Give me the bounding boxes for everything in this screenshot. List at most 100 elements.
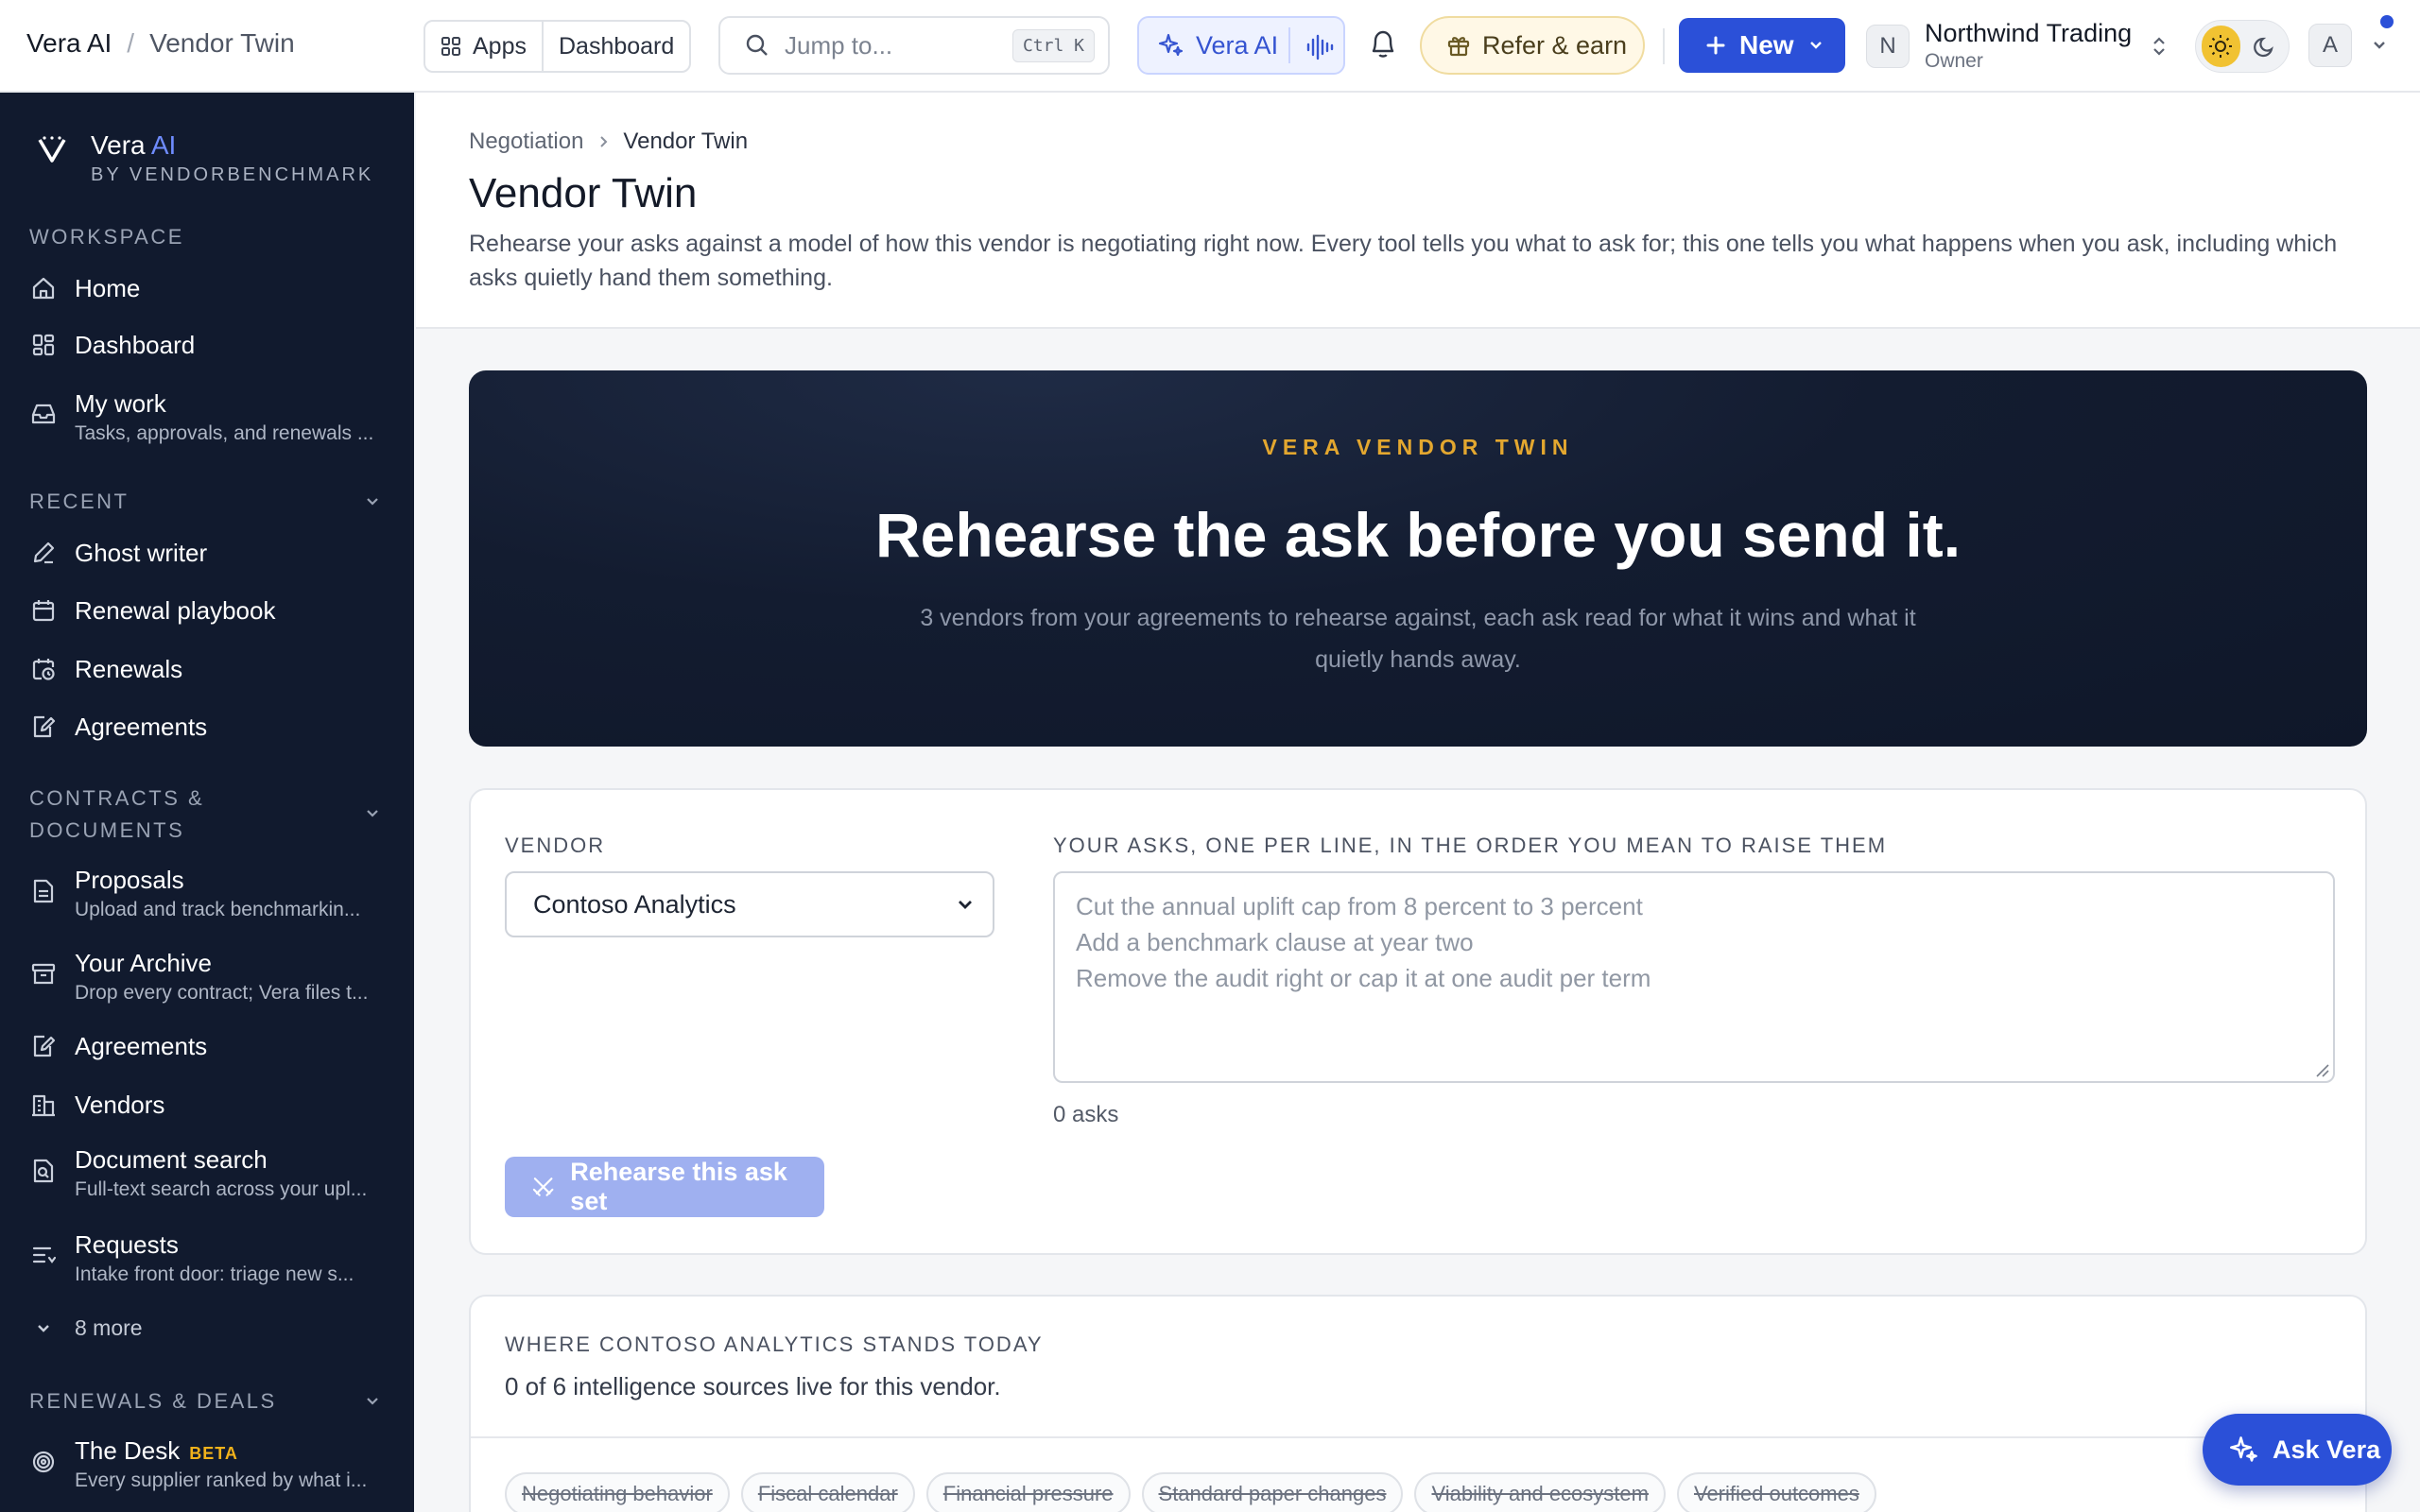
vera-divider bbox=[1288, 27, 1290, 63]
sidebar-item-label: Renewal playbook bbox=[75, 596, 276, 625]
divider bbox=[471, 1436, 2365, 1438]
sidebar-item-label: Requests bbox=[75, 1230, 179, 1259]
refer-earn-button[interactable]: Refer & earn bbox=[1420, 16, 1645, 75]
source-chip: Negotiating behavior bbox=[505, 1472, 730, 1512]
calendar-icon bbox=[32, 600, 55, 622]
sidebar-show-more[interactable]: 8 more bbox=[29, 1314, 143, 1341]
apps-button[interactable]: Apps bbox=[425, 22, 542, 71]
resize-grip-icon[interactable] bbox=[2314, 1062, 2329, 1077]
user-menu[interactable]: A bbox=[2308, 24, 2388, 67]
chevron-right-icon bbox=[600, 136, 608, 147]
sidebar-item-your-archive[interactable]: Your Archive Drop every contract; Vera f… bbox=[29, 949, 368, 1005]
notification-dot bbox=[2380, 15, 2394, 28]
sidebar-item-renewal-playbook[interactable]: Renewal playbook bbox=[29, 596, 275, 626]
brand[interactable]: Vera AI BY VENDORBENCHMARK bbox=[36, 130, 373, 186]
vendor-select-value: Contoso Analytics bbox=[533, 889, 736, 919]
sidebar-item-vendors[interactable]: Vendors bbox=[29, 1091, 164, 1120]
source-chip: Fiscal calendar bbox=[740, 1472, 915, 1512]
sidebar-item-label: My work bbox=[75, 389, 166, 418]
breadcrumb-separator: / bbox=[127, 28, 135, 58]
sidebar-item-document-search[interactable]: Document search Full-text search across … bbox=[29, 1145, 367, 1201]
sidebar: Vera AI BY VENDORBENCHMARK WORKSPACE Hom… bbox=[0, 93, 414, 1512]
page-description: Rehearse your asks against a model of ho… bbox=[469, 231, 2338, 291]
current-page-label: Vendor Twin bbox=[149, 28, 295, 58]
vendor-standing-card: WHERE CONTOSO ANALYTICS STANDS TODAY 0 o… bbox=[469, 1295, 2367, 1512]
sun-icon[interactable] bbox=[2202, 26, 2240, 67]
breadcrumb-parent-link[interactable]: Negotiation bbox=[469, 129, 583, 155]
sidebar-item-proposals[interactable]: Proposals Upload and track benchmarkin..… bbox=[29, 866, 360, 921]
top-bar: Vera AI / Vendor Twin Apps Dashboard Jum… bbox=[0, 0, 2420, 93]
dashboard-icon bbox=[32, 334, 55, 356]
vera-ai-button[interactable]: Vera AI bbox=[1137, 16, 1345, 75]
sidebar-item-home[interactable]: Home bbox=[29, 274, 140, 303]
sidebar-item-sublabel: Full-text search across your upl... bbox=[75, 1178, 368, 1200]
sidebar-item-dashboard[interactable]: Dashboard bbox=[29, 331, 195, 360]
vera-logo-icon bbox=[38, 136, 66, 163]
org-switcher[interactable]: N Northwind Trading Owner bbox=[1866, 19, 2168, 73]
section-workspace: WORKSPACE bbox=[29, 225, 184, 249]
vendor-select[interactable]: Contoso Analytics bbox=[505, 871, 994, 937]
sidebar-item-agreements-recent[interactable]: Agreements bbox=[29, 713, 207, 742]
user-avatar: A bbox=[2308, 24, 2352, 67]
source-chip-list: Negotiating behavior Fiscal calendar Fin… bbox=[505, 1472, 1876, 1512]
vera-ai-label: Vera AI bbox=[1196, 30, 1279, 60]
breadcrumb-current: Vendor Twin bbox=[623, 129, 749, 154]
sidebar-item-label: Document search bbox=[75, 1145, 268, 1174]
sidebar-item-renewals[interactable]: Renewals bbox=[29, 655, 182, 684]
dashboard-label: Dashboard bbox=[558, 32, 675, 60]
sidebar-item-the-desk[interactable]: The Desk BETA Every supplier ranked by wh… bbox=[29, 1436, 367, 1492]
apps-dashboard-switcher: Apps Dashboard bbox=[424, 20, 692, 73]
rehearse-button[interactable]: Rehearse this ask set bbox=[505, 1157, 824, 1217]
chevron-updown-icon bbox=[2153, 36, 2165, 56]
bell-icon[interactable] bbox=[1368, 28, 1398, 60]
search-icon bbox=[746, 34, 768, 56]
sidebar-item-my-work[interactable]: My work Tasks, approvals, and renewals .… bbox=[29, 389, 373, 445]
chevron-down-icon[interactable] bbox=[364, 805, 381, 822]
inbox-icon bbox=[31, 404, 56, 424]
section-recent[interactable]: RECENT bbox=[29, 490, 129, 514]
page-title: Vendor Twin bbox=[469, 170, 698, 216]
sparkle-icon bbox=[2230, 1436, 2257, 1462]
sidebar-item-agreements[interactable]: Agreements bbox=[29, 1032, 207, 1061]
asks-textarea[interactable]: Cut the annual uplift cap from 8 percent… bbox=[1053, 871, 2335, 1083]
voice-wave-icon[interactable] bbox=[1305, 33, 1334, 61]
target-icon bbox=[32, 1451, 55, 1473]
app-name-link[interactable]: Vera AI bbox=[26, 28, 112, 59]
ask-count: 0 asks bbox=[1053, 1102, 1119, 1127]
chevron-down-icon[interactable] bbox=[364, 1393, 381, 1410]
sidebar-item-ghost-writer[interactable]: Ghost writer bbox=[29, 539, 207, 568]
jump-search[interactable]: Jump to... Ctrl K bbox=[718, 16, 1110, 75]
hero-kicker: VERA VENDOR TWIN bbox=[1262, 435, 1574, 459]
dashboard-button[interactable]: Dashboard bbox=[541, 22, 689, 71]
placeholder-line: Cut the annual uplift cap from 8 percent… bbox=[1076, 892, 1643, 920]
theme-toggle[interactable] bbox=[2195, 20, 2290, 73]
org-name: Northwind Trading bbox=[1925, 19, 2133, 47]
source-chip: Standard paper changes bbox=[1141, 1472, 1404, 1512]
file-signature-icon bbox=[33, 715, 56, 738]
section-contracts[interactable]: CONTRACTS & DOCUMENTS bbox=[29, 782, 204, 847]
chevron-down-icon[interactable] bbox=[364, 493, 381, 510]
sidebar-item-label: Renewals bbox=[75, 655, 183, 683]
sidebar-item-sublabel: Upload and track benchmarkin... bbox=[75, 899, 361, 920]
gift-icon bbox=[1447, 37, 1470, 57]
new-button[interactable]: New bbox=[1679, 18, 1845, 73]
new-label: New bbox=[1739, 30, 1794, 60]
breadcrumb: Negotiation Vendor Twin bbox=[469, 129, 748, 155]
chevron-down-icon bbox=[959, 901, 972, 909]
section-renewals-deals[interactable]: RENEWALS & DEALS bbox=[29, 1389, 277, 1414]
calendar-clock-icon bbox=[32, 659, 55, 680]
pen-icon bbox=[33, 541, 55, 564]
sidebar-item-label: The Desk BETA bbox=[75, 1436, 238, 1465]
chevron-down-icon bbox=[2374, 42, 2385, 49]
file-signature-icon bbox=[33, 1035, 56, 1057]
ask-vera-button[interactable]: Ask Vera bbox=[2203, 1414, 2392, 1486]
placeholder-line: Add a benchmark clause at year two bbox=[1076, 928, 1474, 956]
moon-icon[interactable] bbox=[2248, 26, 2283, 67]
brand-byline: BY VENDORBENCHMARK bbox=[91, 164, 374, 185]
refer-label: Refer & earn bbox=[1482, 30, 1628, 60]
building-icon bbox=[32, 1094, 55, 1117]
search-shortcut: Ctrl K bbox=[1011, 28, 1095, 62]
sidebar-item-requests[interactable]: Requests Intake front door: triage new s… bbox=[29, 1230, 354, 1286]
brand-name: Vera AI bbox=[91, 130, 177, 160]
page-header: Negotiation Vendor Twin Vendor Twin Rehe… bbox=[416, 93, 2420, 329]
